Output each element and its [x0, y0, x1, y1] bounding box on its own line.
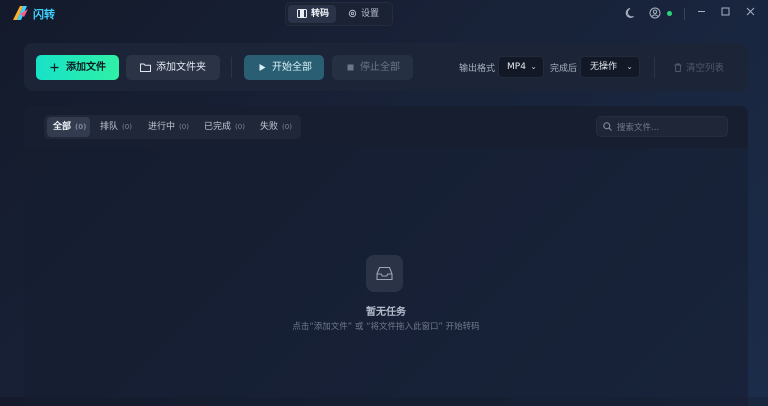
close-button[interactable]: [743, 6, 757, 20]
status-filter-tabs: 全部 (0) 排队 (0) 进行中 (0) 已完成 (0) 失败 (0): [44, 115, 301, 139]
add-folder-label: 添加文件夹: [156, 62, 206, 73]
main-nav: 转码 设置: [285, 2, 393, 26]
after-done-select[interactable]: 无操作 ⌄: [580, 56, 640, 78]
empty-state-badge: [366, 255, 403, 292]
filter-count: (0): [122, 123, 132, 131]
folder-icon: [140, 63, 151, 72]
toolbar-divider: [654, 57, 655, 78]
filter-label: 全部: [53, 122, 72, 132]
stop-all-button[interactable]: 停止全部: [332, 55, 413, 80]
inbox-icon: [376, 266, 393, 281]
maximize-button[interactable]: [718, 6, 732, 20]
search-input[interactable]: [615, 119, 727, 136]
trash-icon: [674, 63, 682, 72]
minimize-button[interactable]: [694, 6, 708, 20]
add-file-button[interactable]: 添加文件: [36, 55, 119, 80]
moon-icon[interactable]: [625, 7, 637, 19]
filter-in-progress[interactable]: 进行中 (0): [142, 117, 194, 137]
filter-count: (0): [235, 123, 245, 131]
start-all-button[interactable]: 开始全部: [244, 55, 324, 80]
after-done-label: 完成后: [550, 64, 578, 74]
filter-label: 已完成: [204, 122, 232, 132]
filter-count: (0): [75, 123, 87, 131]
app-logo-icon: [13, 6, 28, 20]
clear-list-label: 清空列表: [686, 63, 725, 74]
empty-state-subtitle: 点击“添加文件” 或 “将文件拖入此窗口” 开始转码: [292, 322, 480, 332]
filter-count: (0): [179, 123, 189, 131]
close-icon: [746, 7, 754, 16]
toolbar: 添加文件 添加文件夹 开始全部 停止全部 输出格式 MP4 ⌄ 完成后 无操作 …: [24, 43, 748, 91]
empty-state-title: 暂无任务: [366, 307, 406, 318]
task-panel-header: 全部 (0) 排队 (0) 进行中 (0) 已完成 (0) 失败 (0): [24, 106, 748, 148]
chevron-down-icon: ⌄: [530, 62, 537, 71]
tab-settings-label: 设置: [361, 9, 380, 19]
filter-count: (0): [282, 123, 292, 131]
title-bar: 闪转 转码 设置: [0, 0, 768, 27]
gear-icon: [348, 9, 357, 18]
maximize-icon: [721, 7, 729, 16]
tab-transcode[interactable]: 转码: [288, 5, 336, 23]
filter-all[interactable]: 全部 (0): [47, 117, 90, 137]
after-done-value: 无操作: [590, 62, 618, 72]
filter-label: 进行中: [148, 122, 176, 132]
filter-queued[interactable]: 排队 (0): [94, 117, 136, 137]
output-format-label: 输出格式: [459, 64, 496, 74]
titlebar-divider: [684, 8, 685, 20]
filter-label: 失败: [260, 122, 279, 132]
filter-completed[interactable]: 已完成 (0): [198, 117, 250, 137]
plus-icon: [50, 63, 59, 72]
clear-list-button[interactable]: 清空列表: [674, 60, 724, 74]
task-panel: 全部(0) 排队(0) 进行中(0) 已完成(0) 失败(0) 暂无任务 点: [24, 106, 748, 406]
add-file-label: 添加文件: [66, 62, 106, 73]
online-status-dot: [667, 11, 672, 16]
chevron-down-icon: ⌄: [626, 62, 633, 71]
film-icon: [297, 9, 307, 18]
add-folder-button[interactable]: 添加文件夹: [126, 55, 220, 80]
stop-all-label: 停止全部: [360, 62, 400, 73]
app-title: 闪转: [33, 8, 55, 21]
output-format-value: MP4: [507, 62, 526, 72]
filter-label: 排队: [100, 122, 119, 132]
tab-settings[interactable]: 设置: [342, 5, 388, 23]
start-all-label: 开始全部: [272, 62, 312, 73]
user-icon[interactable]: [649, 7, 661, 19]
search-box: [596, 116, 728, 137]
play-icon: [259, 64, 266, 71]
tab-transcode-label: 转码: [311, 9, 330, 19]
stop-icon: [347, 64, 354, 71]
search-icon: [603, 122, 612, 131]
toolbar-divider: [231, 57, 232, 78]
output-format-select[interactable]: MP4 ⌄: [498, 56, 544, 78]
filter-failed[interactable]: 失败 (0): [254, 117, 298, 137]
minimize-icon: [697, 11, 705, 12]
